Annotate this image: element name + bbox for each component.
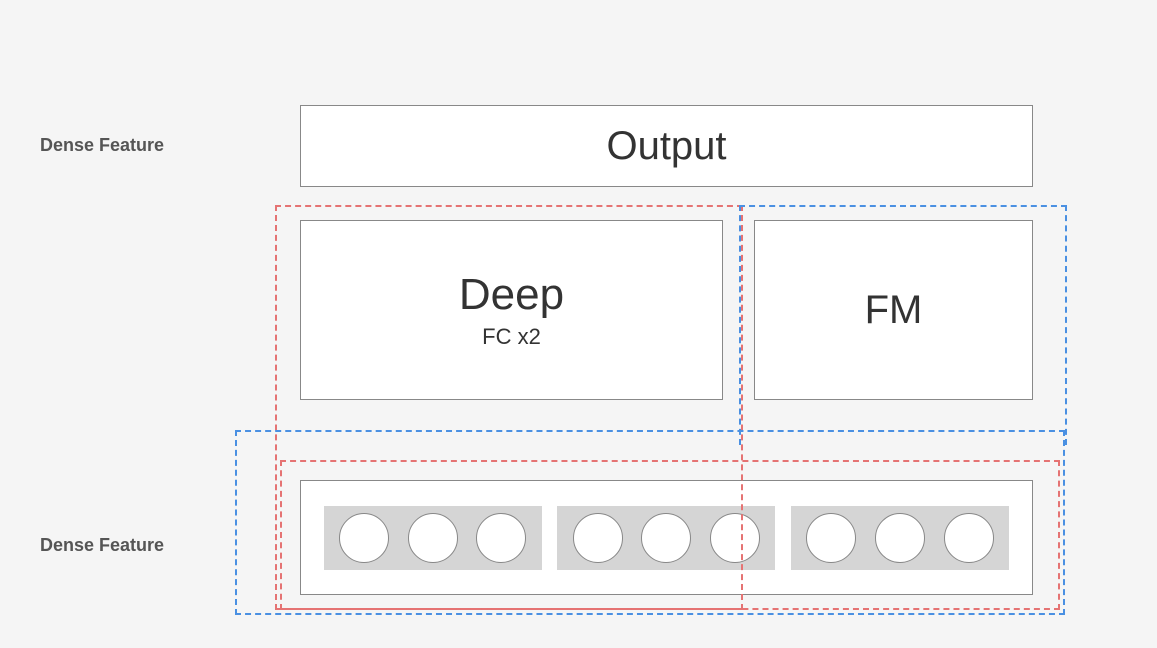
embedding-group — [324, 506, 542, 570]
embedding-node-icon — [476, 513, 526, 563]
embedding-node-icon — [573, 513, 623, 563]
embedding-node-icon — [806, 513, 856, 563]
dense-feature-label-bottom: Dense Feature — [40, 535, 164, 556]
deep-subtitle: FC x2 — [482, 324, 541, 350]
deep-title: Deep — [459, 270, 564, 320]
fm-block: FM — [754, 220, 1033, 400]
embedding-group — [791, 506, 1009, 570]
embedding-group — [557, 506, 775, 570]
deep-block: Deep FC x2 — [300, 220, 723, 400]
fm-label: FM — [865, 288, 923, 333]
embedding-node-icon — [339, 513, 389, 563]
output-block: Output — [300, 105, 1033, 187]
dense-feature-label-top: Dense Feature — [40, 135, 164, 156]
embedding-block — [300, 480, 1033, 595]
embedding-node-icon — [944, 513, 994, 563]
embedding-node-icon — [408, 513, 458, 563]
embedding-node-icon — [875, 513, 925, 563]
embedding-node-icon — [641, 513, 691, 563]
output-label: Output — [606, 124, 726, 169]
embedding-node-icon — [710, 513, 760, 563]
